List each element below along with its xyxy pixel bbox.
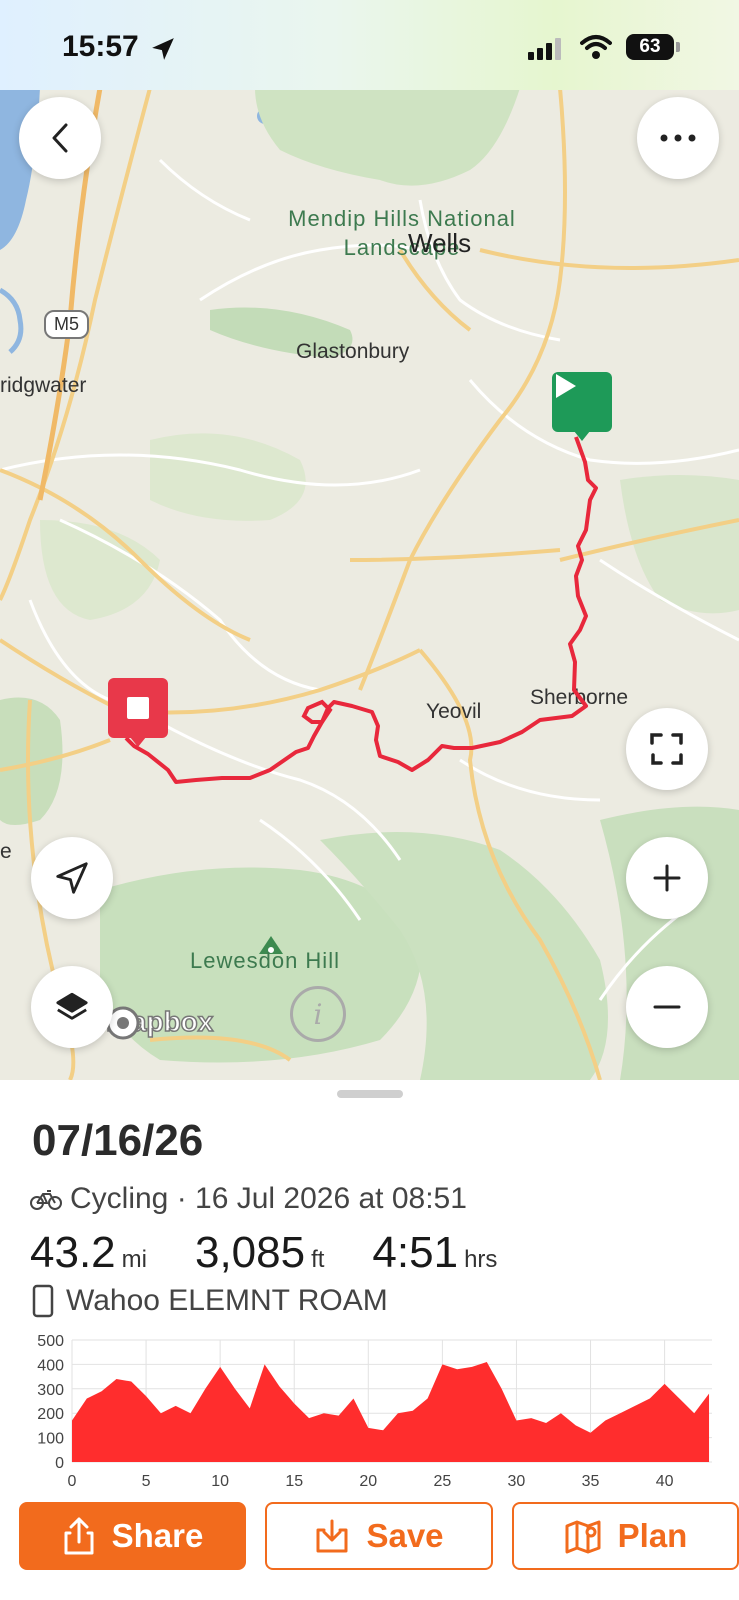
duration-value: 4:51 — [372, 1228, 459, 1277]
fullscreen-button[interactable] — [626, 708, 708, 790]
y-tick-label: 100 — [37, 1431, 64, 1448]
back-button[interactable] — [19, 97, 101, 179]
plan-button[interactable]: Plan — [512, 1502, 739, 1570]
activity-type-row: Cycling · 16 Jul 2026 at 08:51 — [30, 1182, 467, 1216]
device-icon — [32, 1284, 54, 1318]
share-label: Share — [111, 1517, 204, 1554]
route-line — [124, 436, 598, 784]
minus-icon — [653, 1005, 681, 1009]
download-icon — [316, 1519, 348, 1553]
navigation-arrow-icon — [56, 862, 88, 894]
battery-level: 63 — [639, 36, 661, 57]
route-end-marker[interactable] — [108, 678, 168, 747]
activity-type-text: Cycling · 16 Jul 2026 at 08:51 — [70, 1182, 467, 1215]
x-tick-label: 15 — [285, 1473, 303, 1490]
y-tick-label: 400 — [37, 1357, 64, 1374]
activity-stats: 43.2 mi 3,085 ft 4:51 hrs — [30, 1228, 545, 1278]
x-tick-label: 25 — [433, 1473, 451, 1490]
x-tick-label: 35 — [582, 1473, 600, 1490]
ellipsis-icon — [660, 134, 696, 142]
duration-unit: hrs — [464, 1246, 498, 1273]
stop-icon — [127, 697, 149, 719]
device-row: Wahoo ELEMNT ROAM — [32, 1284, 388, 1318]
x-tick-label: 40 — [656, 1473, 674, 1490]
share-button[interactable]: Share — [19, 1502, 246, 1570]
y-tick-label: 0 — [55, 1455, 64, 1472]
distance-value: 43.2 — [30, 1228, 116, 1277]
save-label: Save — [366, 1517, 444, 1554]
wifi-icon — [580, 35, 612, 59]
y-tick-label: 500 — [37, 1333, 64, 1350]
x-tick-label: 10 — [211, 1473, 229, 1490]
cellular-signal-icon — [528, 38, 561, 60]
zoom-in-button[interactable] — [626, 837, 708, 919]
map-layers-button[interactable] — [31, 966, 113, 1048]
distance-unit: mi — [121, 1246, 147, 1273]
layers-icon — [56, 992, 88, 1020]
status-time: 15:57 — [62, 30, 139, 63]
elevation-area — [72, 1361, 710, 1462]
bicycle-icon — [30, 1190, 62, 1210]
x-tick-label: 20 — [359, 1473, 377, 1490]
battery-icon: 63 — [626, 34, 674, 60]
battery-cap — [676, 42, 680, 52]
elevation-unit: ft — [311, 1246, 325, 1273]
sheet-drag-handle[interactable] — [337, 1090, 403, 1098]
map-pin-icon — [565, 1520, 601, 1554]
more-options-button[interactable] — [637, 97, 719, 179]
locate-me-button[interactable] — [31, 837, 113, 919]
expand-icon — [650, 733, 683, 765]
activity-date: 07/16/26 — [32, 1116, 204, 1165]
zoom-out-button[interactable] — [626, 966, 708, 1048]
y-tick-label: 200 — [37, 1406, 64, 1423]
plus-icon — [653, 864, 681, 892]
elevation-value: 3,085 — [194, 1228, 306, 1277]
plan-label: Plan — [617, 1517, 688, 1554]
map-view[interactable]: Mendip Hills National Landscape Wells M5… — [0, 88, 739, 1080]
chevron-left-icon — [52, 123, 68, 153]
play-icon — [556, 374, 576, 398]
route-start-marker[interactable] — [552, 372, 612, 441]
location-arrow-icon — [152, 38, 174, 60]
status-bar: 15:57 63 — [0, 0, 739, 90]
x-tick-label: 5 — [142, 1473, 151, 1490]
share-icon — [64, 1517, 94, 1555]
save-button[interactable]: Save — [265, 1502, 493, 1570]
y-tick-label: 300 — [37, 1382, 64, 1399]
x-tick-label: 0 — [68, 1473, 77, 1490]
device-name: Wahoo ELEMNT ROAM — [66, 1284, 388, 1317]
x-tick-label: 30 — [508, 1473, 526, 1490]
